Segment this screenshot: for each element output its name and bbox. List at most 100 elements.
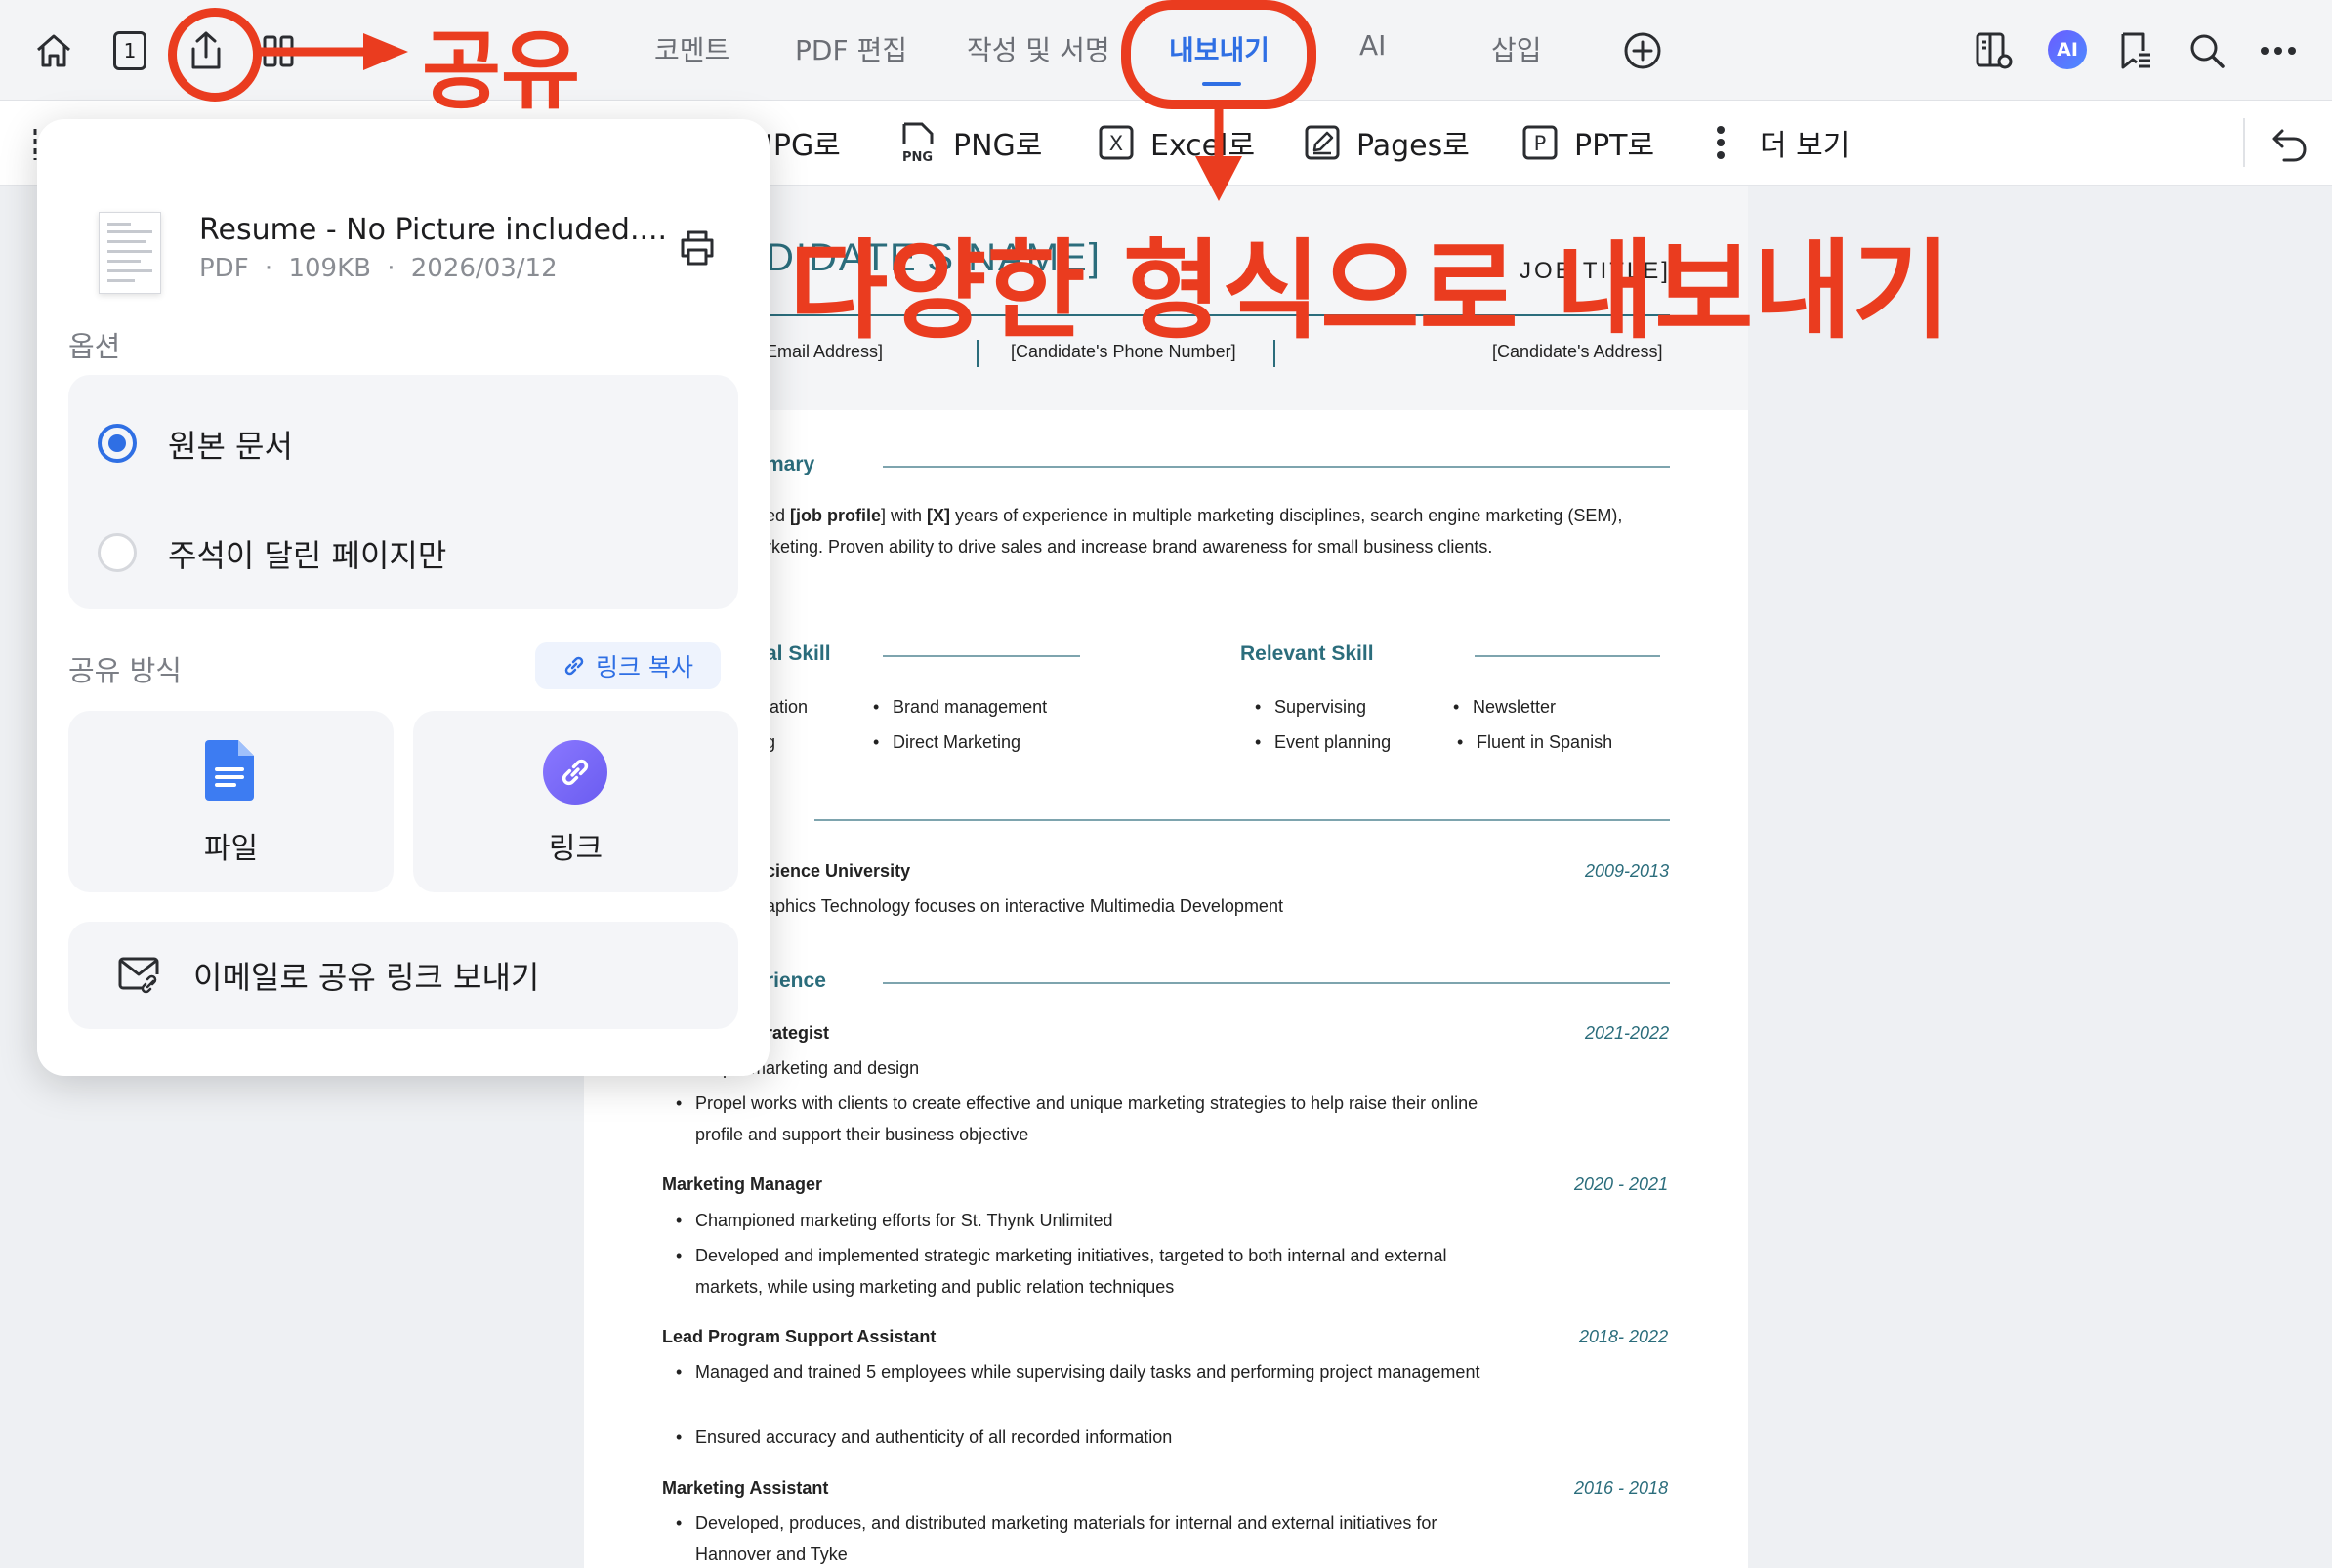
export-png-button[interactable]: PNG PNG로 [898, 120, 1042, 165]
email-share-link-label: 이메일로 공유 링크 보내기 [193, 959, 540, 996]
radio-selected[interactable] [98, 424, 137, 463]
job-bullet: Propel works with clients to create effe… [676, 1093, 1478, 1114]
job-bullet: Ensured accuracy and authenticity of all… [676, 1427, 1172, 1448]
undo-icon[interactable] [2269, 122, 2310, 167]
education-description: aphics Technology focuses on interactive… [766, 896, 1283, 916]
page-number: 1 [113, 31, 146, 70]
experience-heading: rience [766, 970, 826, 992]
tab-fill-sign[interactable]: 작성 및 서명 [967, 29, 1110, 68]
page-number-button[interactable]: 1 [101, 21, 159, 80]
png-icon-text: PNG [902, 150, 933, 164]
reader-mode-icon[interactable] [1965, 21, 2023, 80]
tab-ai[interactable]: AI [1359, 29, 1386, 62]
export-more-button[interactable]: 더 보기 [1715, 120, 1850, 165]
option-annotated-pages[interactable]: 주석이 달린 페이지만 [98, 525, 723, 580]
skill-item: Newsletter [1453, 697, 1556, 718]
share-link-button[interactable]: 링크 [413, 711, 738, 892]
export-pages-button[interactable]: Pages로 [1304, 120, 1470, 165]
home-icon[interactable] [24, 21, 83, 80]
job-date: 2016 - 2018 [1574, 1478, 1669, 1498]
skill-item: Direct Marketing [873, 732, 1020, 753]
export-ppt-button[interactable]: P PPT로 [1521, 120, 1654, 165]
job-bullet: Developed and implemented strategic mark… [676, 1246, 1446, 1266]
search-icon[interactable] [2178, 21, 2236, 80]
export-tab-highlight [1121, 0, 1316, 109]
skill-item: lation [766, 697, 809, 717]
option-annotated-label: 주석이 달린 페이지만 [168, 537, 447, 574]
toolbar-divider [2243, 118, 2245, 167]
png-file-icon: PNG [902, 122, 934, 164]
export-jpg-label: JPG로 [765, 129, 841, 163]
education-date: 2009-2013 [1585, 861, 1670, 881]
tab-insert[interactable]: 삽입 [1491, 29, 1542, 68]
tab-pdf-edit[interactable]: PDF 편집 [795, 29, 907, 68]
ai-badge-text: AI [2057, 39, 2078, 61]
export-png-label: PNG로 [953, 129, 1043, 163]
section-rule [814, 819, 1670, 821]
share-link-label: 링크 [548, 832, 604, 866]
excel-icon: X [1099, 125, 1134, 160]
skill-item: Event planning [1255, 732, 1391, 753]
export-annotation-label: 다양한 형식으로 내보내기 [789, 228, 1951, 353]
radio-unselected[interactable] [98, 533, 137, 572]
relevant-skill-heading: Relevant Skill [1240, 642, 1374, 665]
more-options-icon[interactable] [2249, 21, 2308, 80]
job-date: 2020 - 2021 [1574, 1175, 1669, 1194]
ppt-icon: P [1522, 125, 1558, 160]
education-school: cience University [766, 861, 911, 881]
job-title-entry: rategist [766, 1023, 830, 1043]
export-ppt-label: PPT로 [1574, 129, 1655, 163]
share-method-label: 공유 방식 [68, 654, 182, 687]
share-file-button[interactable]: 파일 [68, 711, 394, 892]
job-title-entry: Marketing Assistant [662, 1478, 829, 1498]
job-date: 2018- 2022 [1579, 1327, 1669, 1346]
email-share-link-button[interactable]: 이메일로 공유 링크 보내기 [68, 922, 738, 1029]
bookmark-list-icon[interactable] [2106, 21, 2165, 80]
share-annotation-label: 공유 [422, 21, 580, 121]
excel-icon-text: X [1109, 132, 1123, 155]
copy-link-button[interactable]: 링크 복사 [535, 642, 721, 689]
job-bullet: Developed, produces, and distributed mar… [676, 1513, 1437, 1534]
file-thumbnail [99, 212, 161, 294]
section-rule [1475, 655, 1660, 657]
share-popover: Resume - No Picture included.... PDF · 1… [37, 119, 770, 1076]
file-meta: PDF · 109KB · 2026/03/12 [199, 254, 558, 283]
tab-comment[interactable]: 코멘트 [654, 29, 729, 68]
job-title-entry: Marketing Manager [662, 1175, 823, 1194]
link-circle-icon [543, 740, 607, 805]
print-icon[interactable] [678, 228, 717, 271]
pages-icon [1305, 125, 1340, 160]
right-arrow-annotation [260, 33, 408, 70]
section-rule [883, 466, 1670, 468]
job-date: 2021-2022 [1585, 1023, 1670, 1043]
document-file-icon [205, 740, 254, 801]
ppt-icon-text: P [1534, 132, 1547, 155]
summary-line-2: rketing. Proven ability to drive sales a… [766, 537, 1493, 557]
job-bullet: Championed marketing efforts for St. Thy… [676, 1211, 1113, 1231]
option-original-label: 원본 문서 [168, 428, 293, 465]
share-file-label: 파일 [203, 832, 259, 866]
copy-link-label: 링크 복사 [596, 653, 693, 681]
vertical-dots-icon [1717, 126, 1725, 159]
job-title-entry: Lead Program Support Assistant [662, 1327, 937, 1346]
options-label: 옵션 [68, 330, 121, 363]
job-bullet: Managed and trained 5 employees while su… [676, 1362, 1479, 1382]
export-pages-label: Pages로 [1356, 129, 1470, 163]
file-type: PDF [199, 254, 249, 283]
skill-item: Brand management [873, 697, 1047, 718]
option-original-document[interactable]: 원본 문서 [98, 416, 723, 471]
file-date: 2026/03/12 [410, 254, 558, 283]
file-size: 109KB [288, 254, 371, 283]
down-arrow-annotation [1195, 102, 1242, 201]
export-jpg-button[interactable]: JPG로 [765, 120, 841, 165]
job-bullet-continued: markets, while using marketing and publi… [695, 1277, 1175, 1297]
ai-assistant-button[interactable]: AI [2048, 30, 2087, 69]
skill-item: Fluent in Spanish [1457, 732, 1612, 753]
add-tab-icon[interactable] [1613, 21, 1672, 80]
section-rule [883, 982, 1670, 984]
skill-heading: al Skill [766, 642, 831, 665]
export-more-label: 더 보기 [1760, 129, 1851, 163]
job-bullet-continued: Hannover and Tyke [695, 1545, 848, 1564]
share-highlight-circle [168, 8, 262, 102]
section-rule [883, 655, 1080, 657]
